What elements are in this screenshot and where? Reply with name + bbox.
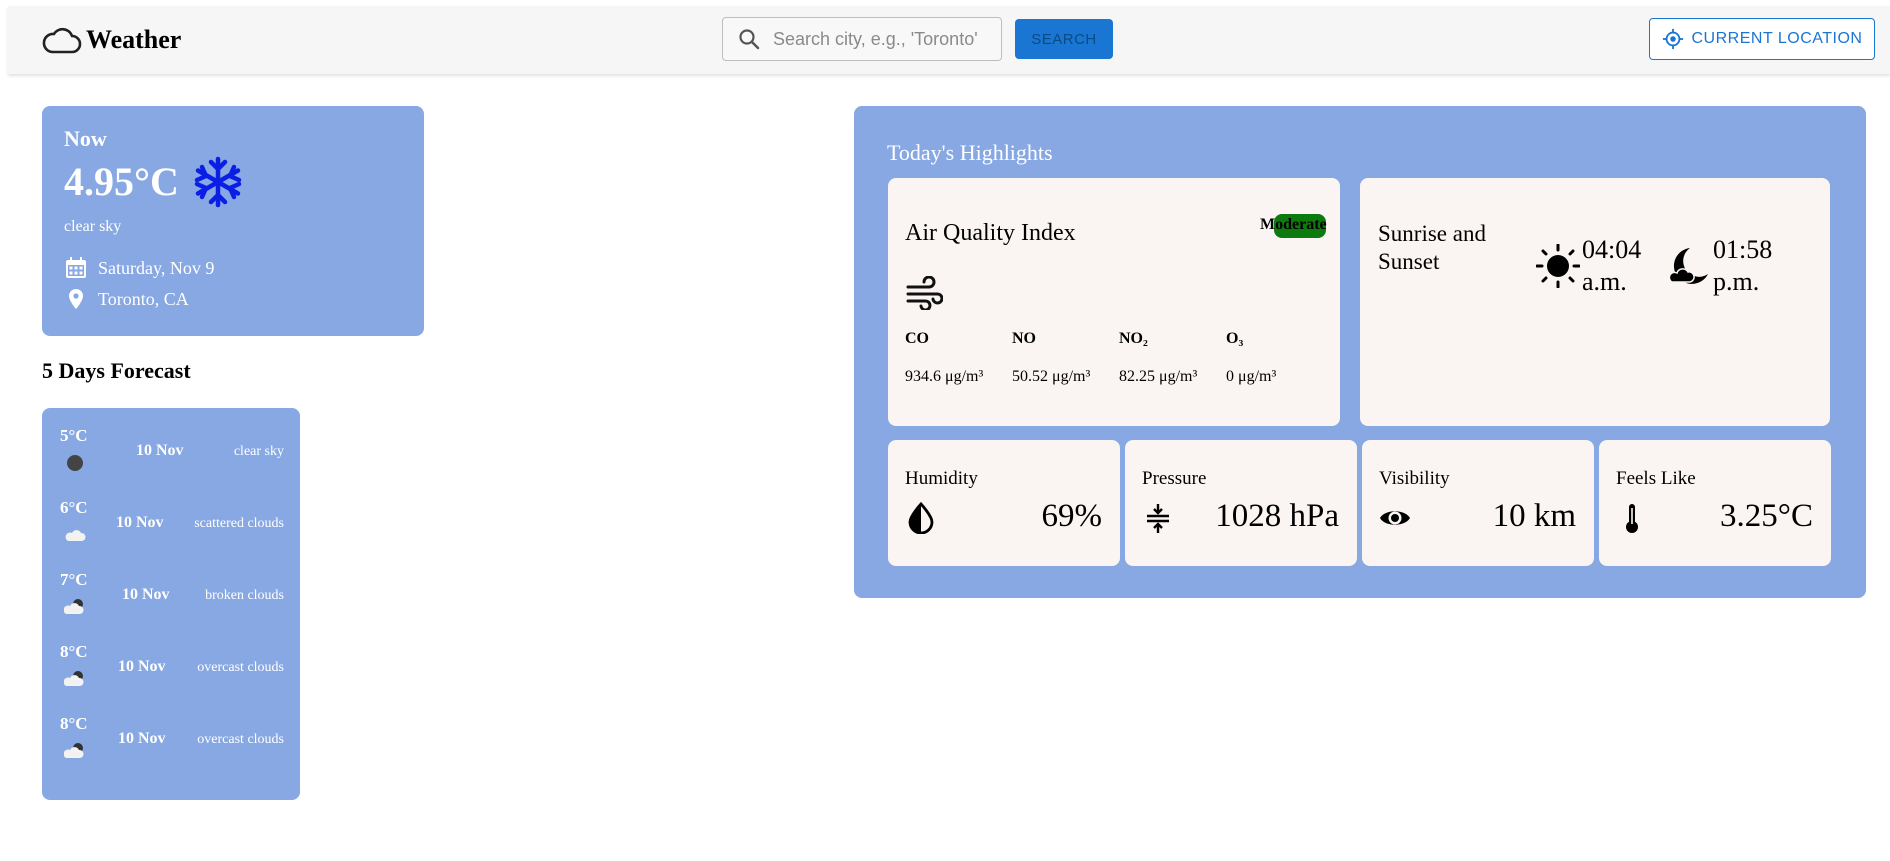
forecast-row: 8°C 10 Nov overcast clouds <box>42 642 300 708</box>
current-location-label: CURRENT LOCATION <box>1691 30 1863 47</box>
sunrise-sunset-title: Sunrise and Sunset <box>1378 221 1486 274</box>
forecast-temp: 5°C <box>60 426 88 445</box>
feels-like-value: 3.25°C <box>1720 498 1813 534</box>
search-button[interactable]: SEARCH <box>1015 19 1113 59</box>
forecast-row: 8°C 10 Nov overcast clouds <box>42 714 300 780</box>
current-location-button[interactable]: CURRENT LOCATION <box>1649 18 1875 60</box>
pressure-panel: Pressure 1028 hPa <box>1125 440 1357 566</box>
pollutant-name: O₃ <box>1226 330 1244 347</box>
highlights-section: Today's Highlights Air Quality Index Mod… <box>854 106 1866 598</box>
forecast-date: 10 Nov <box>116 514 164 531</box>
search-input[interactable] <box>773 28 993 50</box>
forecast-description: overcast clouds <box>197 732 284 747</box>
humidity-value: 69% <box>1041 498 1103 534</box>
wind-icon <box>906 276 943 310</box>
humidity-panel: Humidity 69% <box>888 440 1120 566</box>
cloud-moon-icon <box>64 671 84 686</box>
pollutant-co: CO 934.6 μg/m³ <box>905 330 983 386</box>
pollutant-value: 50.52 μg/m³ <box>1012 368 1091 385</box>
current-temperature: 4.95°C <box>64 159 179 204</box>
thermometer-icon <box>1626 504 1638 533</box>
forecast-card: 5°C 10 Nov clear sky 6°C 10 Nov scattere… <box>42 408 300 800</box>
forecast-description: broken clouds <box>205 588 284 603</box>
forecast-description: overcast clouds <box>197 660 284 675</box>
current-location: Toronto, CA <box>98 288 189 309</box>
location-pin-icon <box>69 289 83 309</box>
sunset-time: 01:58 p.m. <box>1713 235 1773 296</box>
forecast-row: 7°C 10 Nov broken clouds <box>42 570 300 636</box>
highlights-title: Today's Highlights <box>887 140 1053 165</box>
forecast-row: 6°C 10 Nov scattered clouds <box>42 498 300 564</box>
pollutant-value: 82.25 μg/m³ <box>1119 368 1198 385</box>
cloud-moon-icon <box>64 599 84 614</box>
forecast-date: 10 Nov <box>122 586 170 603</box>
sun-icon <box>1536 244 1580 288</box>
forecast-temp: 8°C <box>60 714 88 733</box>
pollutant-o3: O₃ 0 μg/m³ <box>1226 330 1276 386</box>
forecast-date: 10 Nov <box>118 730 166 747</box>
moon-icon <box>1668 248 1708 284</box>
pollutant-name: NO₂ <box>1119 330 1148 347</box>
visibility-value: 10 km <box>1492 498 1576 534</box>
eye-icon <box>1380 511 1410 525</box>
forecast-row: 5°C 10 Nov clear sky <box>42 426 300 492</box>
pollutant-name: CO <box>905 330 929 347</box>
forecast-description: scattered clouds <box>194 516 284 531</box>
now-label: Now <box>64 126 107 151</box>
forecast-date: 10 Nov <box>118 658 166 675</box>
aqi-title: Air Quality Index <box>905 220 1076 246</box>
date-row: Saturday, Nov 9 <box>64 256 214 280</box>
feels-like-label: Feels Like <box>1616 468 1696 489</box>
pressure-label: Pressure <box>1142 468 1207 489</box>
pollutant-value: 0 μg/m³ <box>1226 368 1277 385</box>
location-row: Toronto, CA <box>64 287 189 311</box>
search-icon <box>739 29 760 50</box>
cloud-icon <box>65 530 86 541</box>
feels-like-panel: Feels Like 3.25°C <box>1599 440 1831 566</box>
cloud-moon-icon <box>64 743 84 758</box>
humidity-label: Humidity <box>905 468 978 489</box>
search-field[interactable] <box>722 17 1002 61</box>
calendar-icon <box>66 257 86 278</box>
pollutant-name: NO <box>1012 330 1036 347</box>
forecast-temp: 6°C <box>60 498 88 517</box>
pollutant-no: NO 50.52 μg/m³ <box>1012 330 1090 386</box>
humidity-drop-icon <box>908 502 934 534</box>
forecast-temp: 7°C <box>60 570 88 589</box>
pollutant-value: 934.6 μg/m³ <box>905 368 984 385</box>
moon-dot-icon <box>67 455 83 471</box>
sunrise-sunset-panel: Sunrise and Sunset 04:04 a.m. 01:58 p.m. <box>1360 178 1830 426</box>
crosshair-icon <box>1662 28 1683 50</box>
visibility-label: Visibility <box>1379 468 1450 489</box>
current-weather-card: Now 4.95°C clear sky Saturday, Nov 9 Tor… <box>42 106 424 336</box>
cloud-logo-icon <box>42 27 82 54</box>
weather-description: clear sky <box>64 218 122 235</box>
compress-icon <box>1147 504 1169 533</box>
brand: Weather <box>42 24 181 56</box>
top-bar: Weather SEARCH CURRENT LOCATION <box>8 6 1890 74</box>
pollutant-no2: NO₂ 82.25 μg/m³ <box>1119 330 1197 386</box>
forecast-date: 10 Nov <box>136 442 184 459</box>
sunrise-time: 04:04 a.m. <box>1582 235 1642 296</box>
air-quality-panel: Air Quality Index Moderate CO 934.6 μg/m… <box>888 178 1340 426</box>
aqi-status-label: Moderate <box>1260 216 1327 233</box>
visibility-panel: Visibility 10 km <box>1362 440 1594 566</box>
snowflake-icon <box>194 156 242 208</box>
forecast-description: clear sky <box>233 444 284 459</box>
app-title: Weather <box>86 25 182 54</box>
forecast-title: 5 Days Forecast <box>42 358 191 383</box>
current-date: Saturday, Nov 9 <box>98 257 215 278</box>
forecast-temp: 8°C <box>60 642 88 661</box>
pressure-value: 1028 hPa <box>1215 498 1339 534</box>
